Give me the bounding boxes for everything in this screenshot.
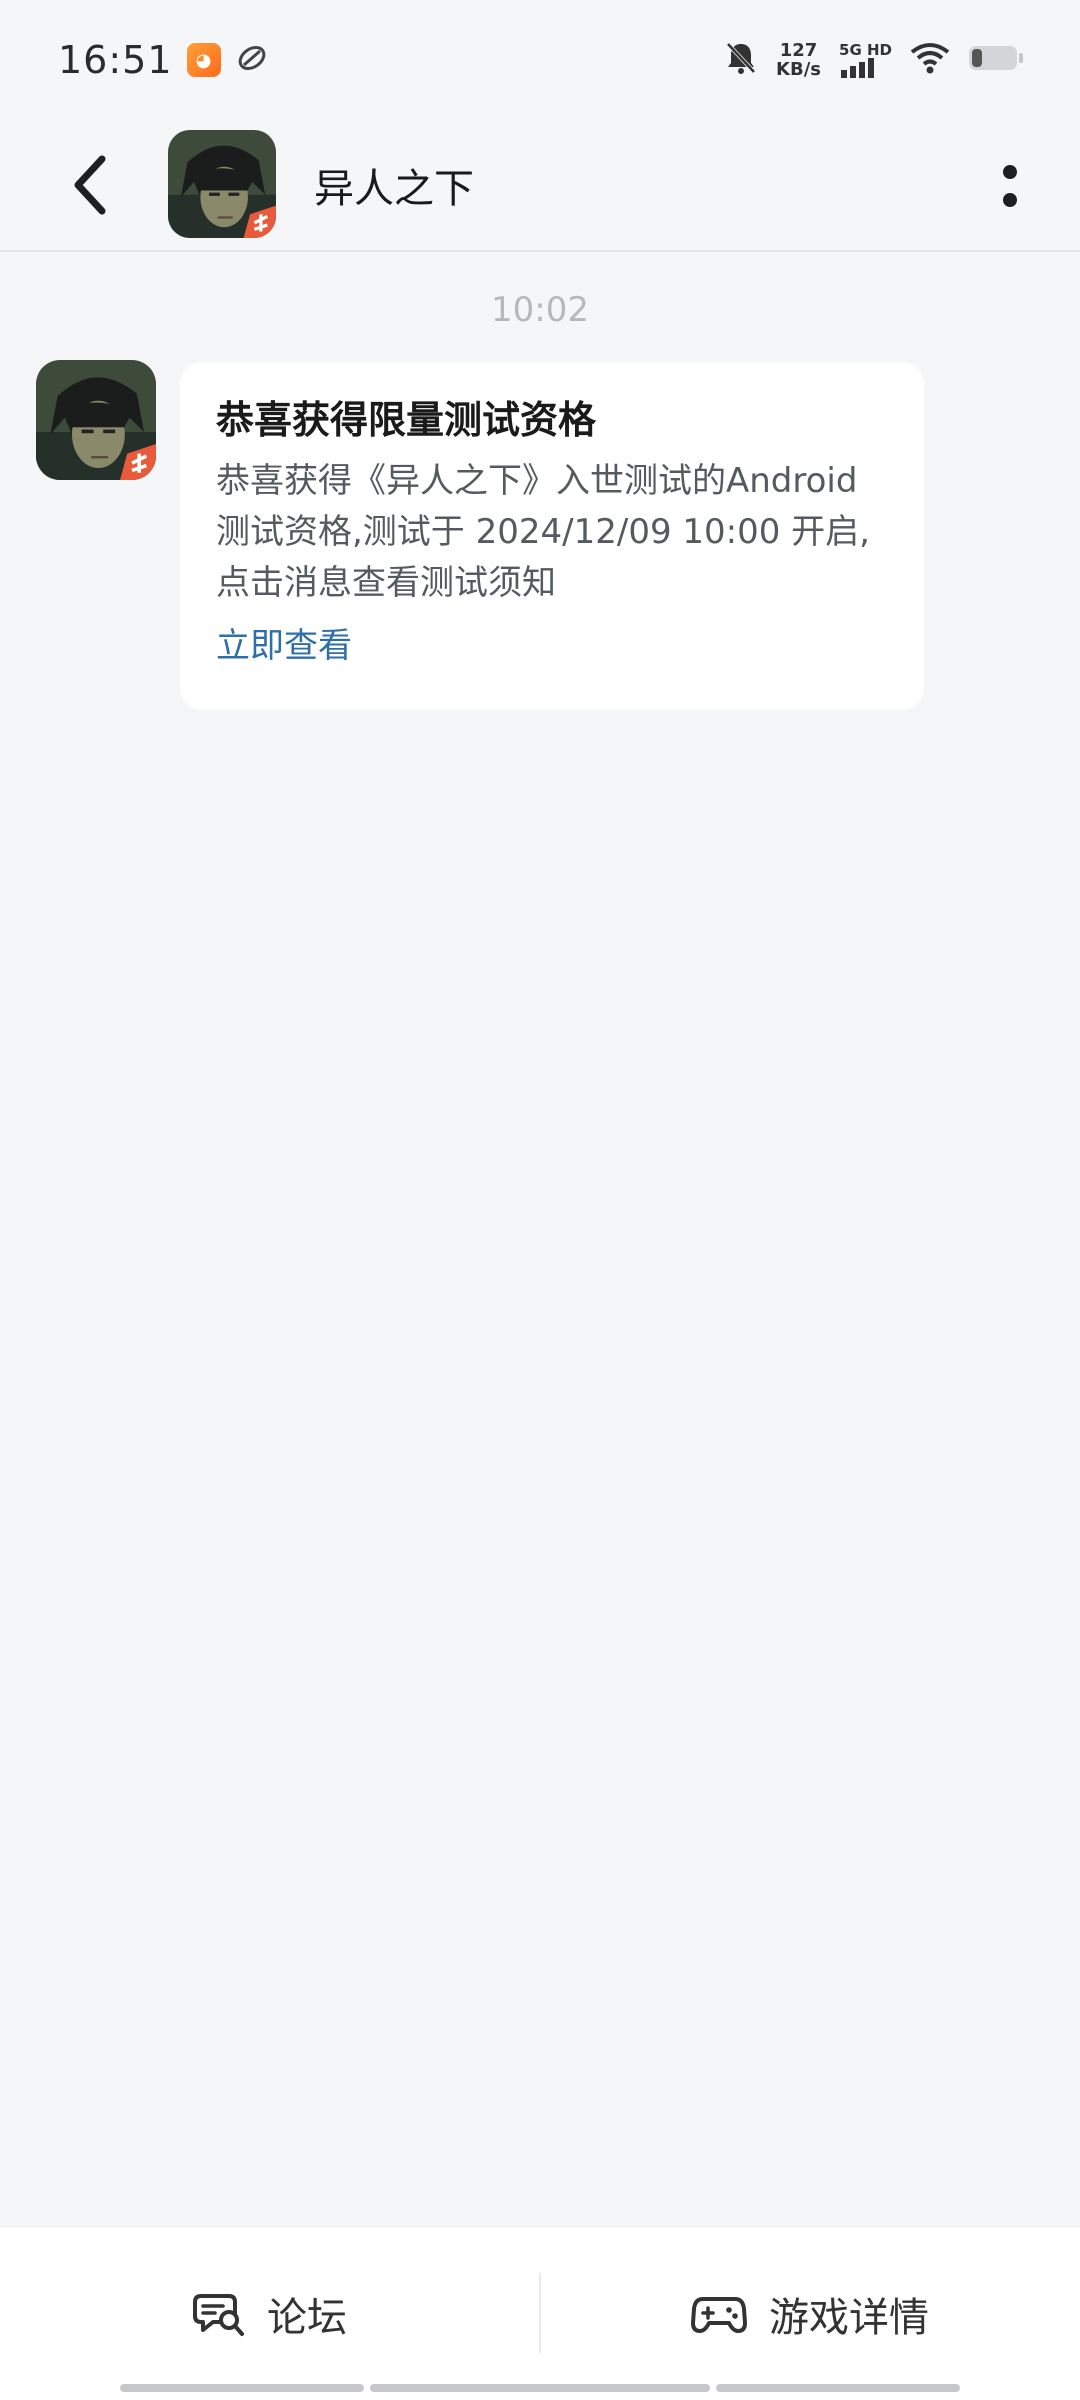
battery-icon — [968, 43, 1024, 77]
app-notification-icon: ◕ — [186, 43, 221, 77]
forum-button[interactable]: 论坛 — [0, 2227, 540, 2400]
more-vertical-icon — [1003, 165, 1017, 179]
message-body: 恭喜获得《异人之下》入世测试的Android 测试资格,测试于 2024/12/… — [216, 456, 888, 609]
network-label: 5G HD — [839, 40, 892, 59]
net-speed-value: 127 — [779, 40, 818, 61]
nav-hint-segment — [716, 2384, 960, 2392]
signal-icon: 5G HD — [839, 40, 892, 78]
message-title: 恭喜获得限量测试资格 — [216, 398, 597, 442]
back-button[interactable] — [60, 150, 120, 220]
nav-hint-segment — [370, 2384, 710, 2392]
chevron-left-icon — [74, 155, 106, 215]
view-now-link[interactable]: 立即查看 — [216, 621, 888, 671]
sender-avatar[interactable] — [36, 360, 156, 480]
more-vertical-icon-dot — [1003, 193, 1017, 207]
forum-search-icon — [193, 2294, 244, 2336]
message-timestamp: 10:02 — [491, 290, 589, 330]
character-portrait-icon — [36, 360, 156, 480]
game-detail-label: 游戏详情 — [769, 2295, 929, 2341]
net-speed: 127 KB/s — [776, 41, 821, 79]
status-bar: 16:51 ◕ 127 KB/s 5G HD — [0, 0, 1080, 120]
chat-title: 异人之下 — [314, 166, 474, 212]
game-avatar[interactable] — [168, 130, 276, 238]
character-portrait-icon — [168, 130, 276, 238]
game-detail-button[interactable]: 游戏详情 — [540, 2227, 1080, 2400]
more-options-button[interactable] — [980, 154, 1040, 218]
message-body-line: 测试资格,测试于 2024/12/09 10:00 开启, — [216, 512, 870, 552]
status-time: 16:51 — [58, 38, 173, 82]
mute-bell-icon — [724, 40, 758, 80]
status-left: 16:51 ◕ — [58, 38, 269, 82]
message-body-line: 恭喜获得《异人之下》入世测试的Android — [216, 461, 858, 501]
wifi-icon — [910, 42, 950, 78]
gamepad-icon — [691, 2297, 747, 2333]
net-speed-unit: KB/s — [776, 59, 822, 80]
chat-header: 异人之下 — [0, 120, 1080, 252]
nav-hint-segment — [120, 2384, 364, 2392]
gesture-navigation-bar — [0, 2384, 1080, 2392]
message-body-line: 点击消息查看测试须知 — [216, 563, 556, 603]
status-right: 127 KB/s 5G HD — [724, 40, 1024, 80]
sync-icon — [235, 41, 269, 79]
bottom-action-bar: 论坛 游戏详情 — [0, 2226, 1080, 2400]
message-card[interactable]: 恭喜获得限量测试资格 恭喜获得《异人之下》入世测试的Android 测试资格,测… — [180, 362, 924, 710]
chat-screen: 16:51 ◕ 127 KB/s 5G HD 异人之下 10:02 恭喜获得限量… — [0, 0, 1080, 2400]
forum-label: 论坛 — [267, 2295, 347, 2341]
